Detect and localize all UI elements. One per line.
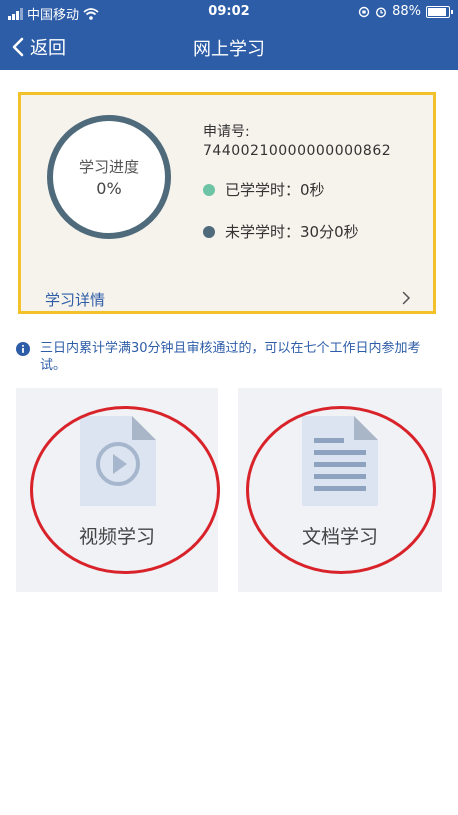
progress-card: 学习进度 0% 申请号: 74400210000000000862 已学学时：0… xyxy=(18,92,436,314)
video-study-label: 视频学习 xyxy=(78,526,155,548)
document-file-icon xyxy=(302,416,378,506)
orientation-lock-icon xyxy=(358,6,370,17)
application-number: 74400210000000000862 xyxy=(203,143,392,159)
video-file-icon xyxy=(80,416,156,506)
remaining-time: 未学学时：30分0秒 xyxy=(225,223,359,241)
remaining-time-row: 未学学时：30分0秒 xyxy=(203,221,359,242)
status-right: 88% xyxy=(358,4,453,19)
progress-label: 学习进度 xyxy=(78,158,139,176)
video-study-button[interactable]: 视频学习 xyxy=(16,388,218,592)
battery-percent: 88% xyxy=(392,4,421,19)
studied-time-row: 已学学时：0秒 xyxy=(203,179,325,200)
studied-time: 已学学时：0秒 xyxy=(225,181,325,199)
application-label: 申请号: xyxy=(203,124,250,140)
chevron-right-icon[interactable] xyxy=(402,291,411,305)
remaining-dot-icon xyxy=(203,225,215,238)
study-detail-link[interactable]: 学习详情 xyxy=(45,289,105,310)
document-study-button[interactable]: 文档学习 xyxy=(238,388,442,592)
nav-bar: 返回 网上学习 xyxy=(0,24,458,70)
progress-value: 0% xyxy=(96,179,122,198)
page-title: 网上学习 xyxy=(193,39,265,60)
progress-ring: 学习进度 0% xyxy=(47,115,171,239)
battery-icon xyxy=(426,5,453,18)
alarm-icon xyxy=(376,6,387,18)
studied-dot-icon xyxy=(203,183,215,196)
notice-text: 三日内累计学满30分钟且审核通过的，可以在七个工作日内参加考试。 xyxy=(40,341,421,373)
document-study-label: 文档学习 xyxy=(301,526,378,548)
status-bar: 中国移动 09:02 88% xyxy=(0,0,458,24)
application-info: 申请号: 74400210000000000862 xyxy=(203,121,391,159)
info-icon xyxy=(16,342,30,356)
